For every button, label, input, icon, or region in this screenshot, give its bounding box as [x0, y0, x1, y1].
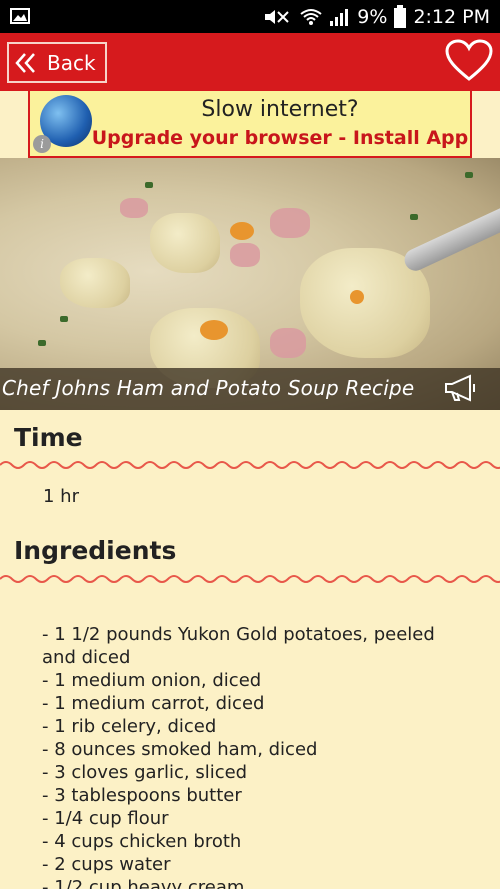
ingredient-item: - 1/2 cup heavy cream	[42, 877, 245, 889]
favorite-heart-icon[interactable]	[444, 39, 494, 83]
ingredients-heading: Ingredients	[14, 536, 177, 565]
recipe-title-bar: Chef Johns Ham and Potato Soup Recipe	[0, 368, 500, 410]
wavy-divider	[0, 575, 500, 583]
double-chevron-left-icon	[15, 52, 35, 73]
ingredient-item: - 3 cloves garlic, sliced	[42, 762, 248, 783]
ad-cta: Upgrade your browser - Install App	[91, 127, 469, 149]
signal-icon	[330, 8, 349, 26]
ingredient-item: - 4 cups chicken broth	[42, 831, 242, 852]
wavy-divider	[0, 461, 500, 469]
ingredient-item: - 3 tablespoons butter	[42, 785, 242, 806]
megaphone-speak-icon[interactable]	[444, 374, 480, 402]
recipe-hero-image: Chef Johns Ham and Potato Soup Recipe	[0, 158, 500, 410]
clock: 2:12 PM	[413, 5, 490, 28]
ingredient-item: - 2 cups water	[42, 854, 171, 875]
ingredient-item: - 1 1/2 pounds Yukon Gold potatoes, peel…	[42, 624, 435, 668]
battery-percent: 9%	[357, 5, 388, 28]
image-notification-icon	[10, 8, 30, 24]
recipe-title: Chef Johns Ham and Potato Soup Recipe	[2, 376, 415, 400]
ingredients-list: - 1 1/2 pounds Yukon Gold potatoes, peel…	[42, 623, 462, 889]
ingredient-item: - 1 rib celery, diced	[42, 716, 217, 737]
time-value: 1 hr	[43, 486, 79, 507]
app-header: Back	[0, 33, 500, 91]
wifi-icon	[300, 8, 322, 25]
status-bar: 9% 2:12 PM	[0, 0, 500, 33]
ad-banner[interactable]: i Slow internet? Upgrade your browser - …	[28, 91, 472, 158]
battery-icon	[394, 4, 407, 28]
ingredient-item: - 1/4 cup flour	[42, 808, 169, 829]
ad-headline: Slow internet?	[201, 97, 359, 122]
mute-icon	[265, 9, 289, 24]
ingredient-item: - 1 medium onion, diced	[42, 670, 262, 691]
time-heading: Time	[14, 423, 83, 452]
ingredient-item: - 8 ounces smoked ham, diced	[42, 739, 318, 760]
ingredient-item: - 1 medium carrot, diced	[42, 693, 265, 714]
back-label: Back	[47, 50, 96, 75]
back-button[interactable]: Back	[7, 42, 107, 83]
